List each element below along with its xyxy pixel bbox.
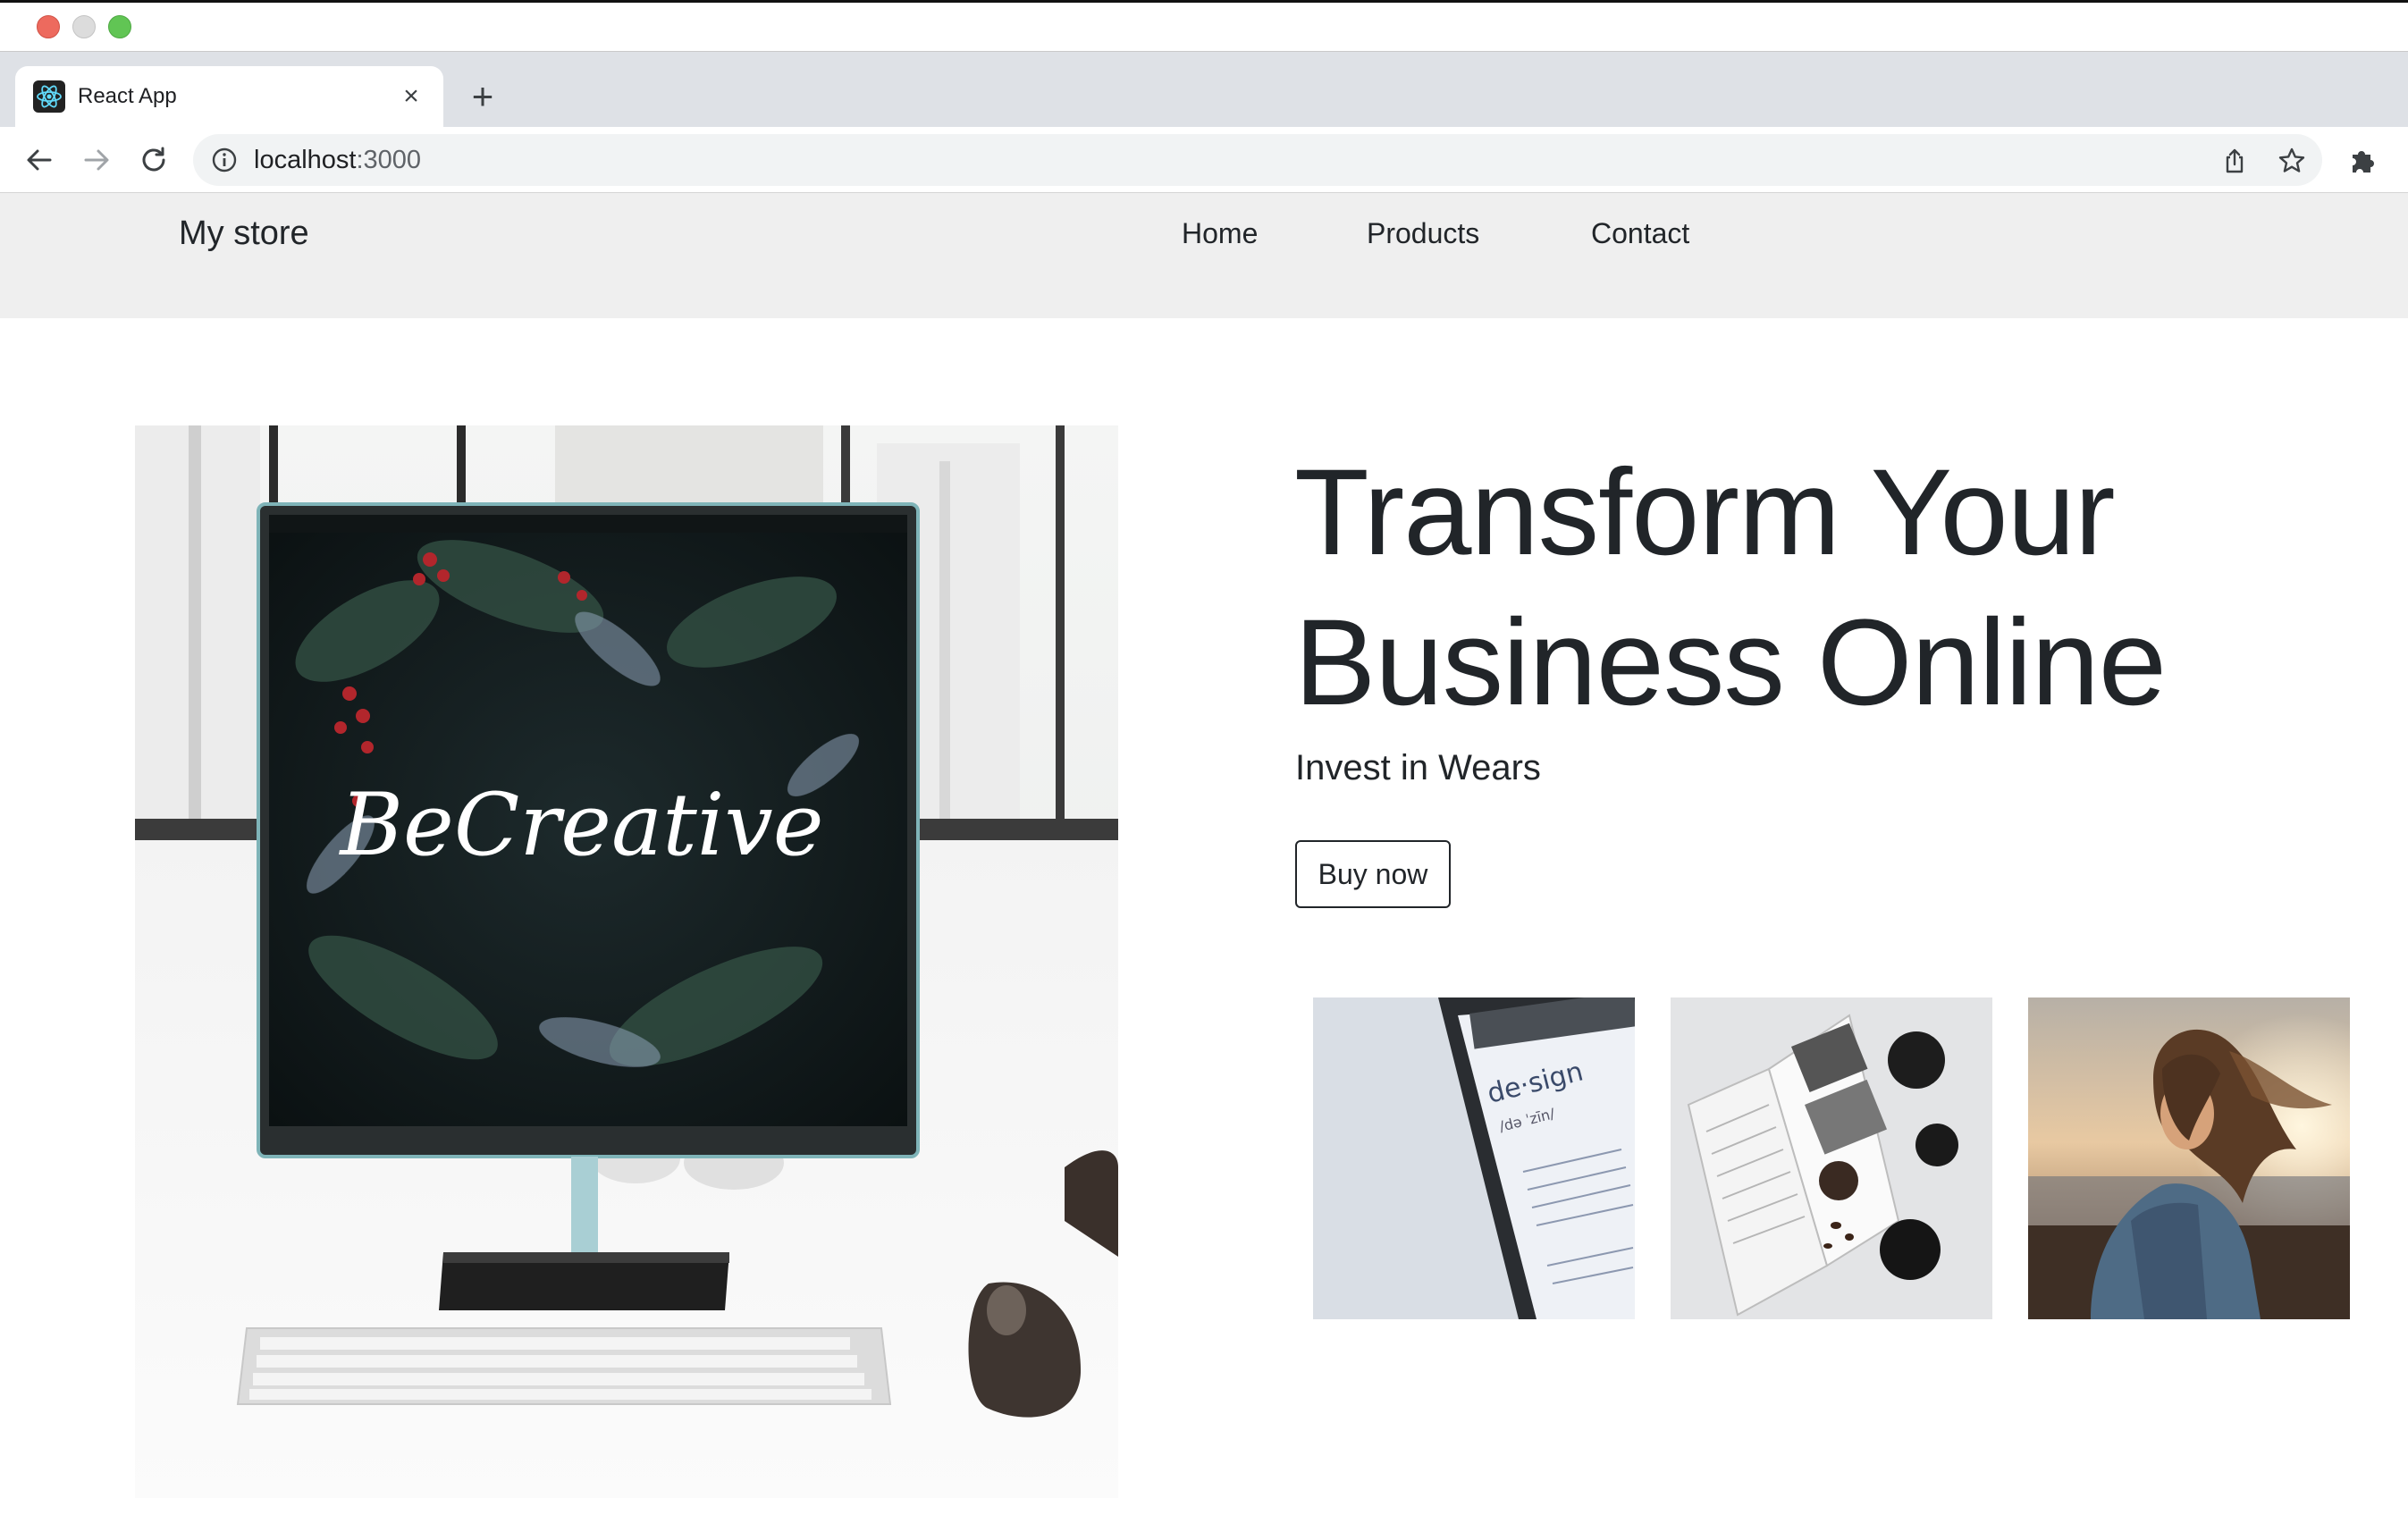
phone-design-image: de·sign /də ˈzīn/ — [1313, 997, 1635, 1319]
nav-link-products[interactable]: Products — [1367, 215, 1479, 252]
tab-strip: React App × + — [0, 52, 2408, 127]
nav-link-home[interactable]: Home — [1182, 215, 1258, 252]
close-window-button[interactable] — [37, 15, 60, 38]
browser-toolbar: localhost:3000 — [0, 127, 2408, 193]
share-icon[interactable] — [2220, 147, 2249, 175]
book-coffee-image — [1671, 997, 1992, 1319]
bookmark-star-icon[interactable] — [2277, 147, 2306, 175]
hero-headline: Transform Your Business Online — [1294, 438, 2367, 738]
url-port: :3000 — [356, 146, 422, 174]
hero-image-desktop-setup: BeCreative — [135, 425, 1118, 1498]
hero-headline-line2: Business Online — [1294, 594, 2167, 731]
thumbnail-book-coffee — [1671, 997, 1992, 1319]
hero-tagline: Invest in Wears — [1295, 748, 1541, 787]
brand-logo-text[interactable]: My store — [179, 211, 309, 256]
thumbnail-woman-sunset — [2028, 997, 2350, 1319]
forward-arrow-icon[interactable] — [79, 142, 114, 178]
nav-link-contact[interactable]: Contact — [1591, 215, 1689, 252]
extensions-puzzle-icon[interactable] — [2347, 144, 2379, 176]
tab-title: React App — [78, 84, 177, 108]
close-tab-icon[interactable]: × — [398, 83, 425, 110]
maximize-window-button[interactable] — [108, 15, 131, 38]
url-text: localhost:3000 — [254, 144, 421, 176]
window-titlebar — [0, 0, 2408, 52]
back-arrow-icon[interactable] — [21, 142, 57, 178]
thumbnail-design-phone: de·sign /də ˈzīn/ — [1313, 997, 1635, 1319]
minimize-window-button[interactable] — [72, 15, 96, 38]
reload-icon[interactable] — [136, 142, 172, 178]
hero-illustration: BeCreative — [135, 425, 1118, 1498]
tab-react-app[interactable]: React App × — [15, 66, 443, 127]
buy-now-button[interactable]: Buy now — [1295, 840, 1451, 908]
woman-sunset-image — [2028, 997, 2350, 1319]
address-bar[interactable]: localhost:3000 — [193, 134, 2322, 186]
url-host: localhost — [254, 146, 357, 174]
screen-lettering: BeCreative — [338, 775, 823, 875]
site-navbar: My store Home Products Contact — [0, 193, 2408, 318]
site-info-icon[interactable] — [211, 147, 238, 173]
react-logo-icon — [33, 80, 65, 113]
hero-headline-line1: Transform Your — [1294, 444, 2116, 581]
new-tab-button[interactable]: + — [465, 78, 501, 115]
